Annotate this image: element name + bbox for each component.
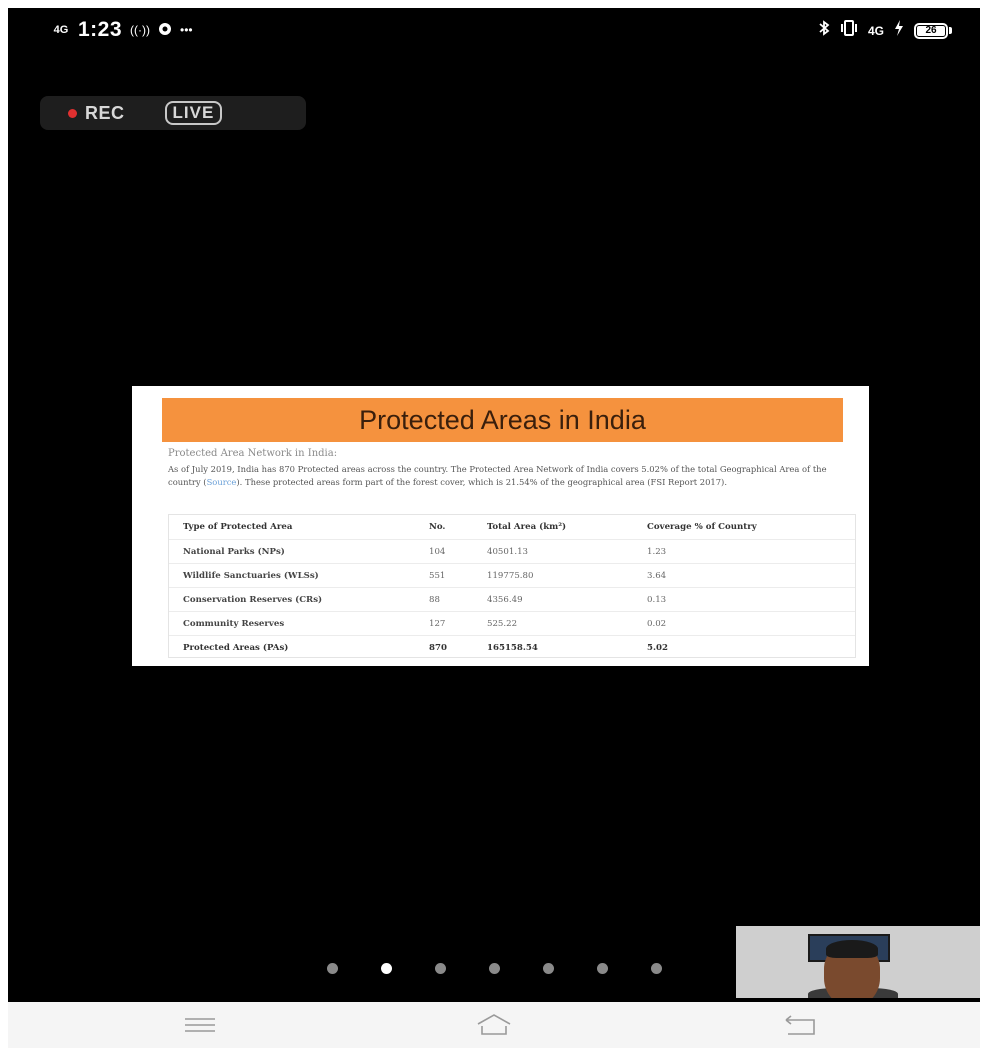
self-camera-preview[interactable] [736, 926, 980, 998]
cell-type: Protected Areas (PAs) [169, 635, 429, 659]
header-total-area: Total Area (km²) [487, 522, 567, 532]
page-dot[interactable] [651, 963, 662, 974]
signal-4g-icon: 4G [867, 23, 884, 38]
page-dot[interactable] [489, 963, 500, 974]
rec-label: REC [85, 102, 125, 123]
cell-total-area: 525.22 [487, 611, 647, 636]
header-type: Type of Protected Area [183, 522, 293, 532]
data-usage-icon: ((·)) [130, 23, 151, 37]
cell-coverage: 0.02 [647, 611, 855, 636]
page-dot-active[interactable] [381, 963, 392, 974]
cell-number: 88 [429, 587, 487, 612]
table-row: Community Reserves 127 525.22 0.02 [169, 611, 855, 636]
cell-type: Community Reserves [169, 611, 429, 636]
vibrate-icon [840, 20, 858, 41]
cell-total-area: 119775.80 [487, 563, 647, 588]
battery-level: 26 [917, 25, 945, 36]
cell-total-area: 4356.49 [487, 587, 647, 612]
more-notifications-icon: ••• [180, 23, 193, 37]
cell-type: National Parks (NPs) [169, 539, 429, 564]
page-indicator [327, 963, 662, 974]
bluetooth-icon [818, 20, 830, 41]
live-badge[interactable]: LIVE [164, 101, 223, 125]
screen: 4G 1:23 ((·)) ••• 4G 26 REC LIVE Protect… [8, 8, 980, 1002]
recording-indicator: REC LIVE [40, 96, 306, 130]
cell-coverage: 5.02 [647, 635, 855, 659]
slide-title: Protected Areas in India [162, 398, 843, 442]
rec-dot-icon [68, 108, 77, 118]
battery-icon: 26 [914, 22, 952, 39]
cell-number: 870 [429, 635, 487, 659]
cell-number: 551 [429, 563, 487, 588]
cell-coverage: 0.13 [647, 587, 855, 612]
page-dot[interactable] [543, 963, 554, 974]
page-dot[interactable] [435, 963, 446, 974]
table-header-row: Type of Protected Area No. Total Area (k… [169, 515, 855, 540]
page-dot[interactable] [327, 963, 338, 974]
shared-slide: Protected Areas in India Protected Area … [132, 386, 869, 666]
participant-hair [826, 940, 878, 958]
charging-icon [894, 20, 904, 41]
cell-total-area: 165158.54 [487, 635, 647, 659]
slide-paragraph: As of July 2019, India has 870 Protected… [168, 463, 852, 489]
source-link[interactable]: Source [207, 477, 237, 487]
table-row: Wildlife Sanctuaries (WLSs) 551 119775.8… [169, 563, 855, 588]
slide-subtitle: Protected Area Network in India: [168, 448, 338, 459]
protected-areas-table: Type of Protected Area No. Total Area (k… [168, 514, 856, 659]
table-row: National Parks (NPs) 104 40501.13 1.23 [169, 539, 855, 564]
status-bar: 4G 1:23 ((·)) ••• 4G 26 [8, 8, 980, 52]
table-row: Conservation Reserves (CRs) 88 4356.49 0… [169, 587, 855, 612]
cell-coverage: 3.64 [647, 563, 855, 588]
cell-type: Conservation Reserves (CRs) [169, 587, 429, 612]
page-dot[interactable] [597, 963, 608, 974]
cell-number: 127 [429, 611, 487, 636]
menu-icon[interactable] [178, 1010, 222, 1040]
header-number: No. [429, 522, 446, 532]
cell-total-area: 40501.13 [487, 539, 647, 564]
paragraph-text-end: ). These protected areas form part of th… [236, 477, 727, 487]
status-time: 1:23 [78, 18, 123, 41]
table-row-total: Protected Areas (PAs) 870 165158.54 5.02 [169, 635, 855, 659]
cell-number: 104 [429, 539, 487, 564]
home-icon[interactable] [472, 1010, 516, 1040]
header-coverage: Coverage % of Country [647, 522, 757, 532]
back-icon[interactable] [778, 1010, 822, 1040]
cell-coverage: 1.23 [647, 539, 855, 564]
cell-type: Wildlife Sanctuaries (WLSs) [169, 563, 429, 588]
app-notification-icon [158, 22, 172, 39]
signal-icon: 4G [53, 23, 69, 36]
status-right: 4G 26 [818, 20, 952, 41]
status-left: 4G 1:23 ((·)) ••• [52, 18, 193, 42]
navigation-bar [8, 1002, 980, 1048]
